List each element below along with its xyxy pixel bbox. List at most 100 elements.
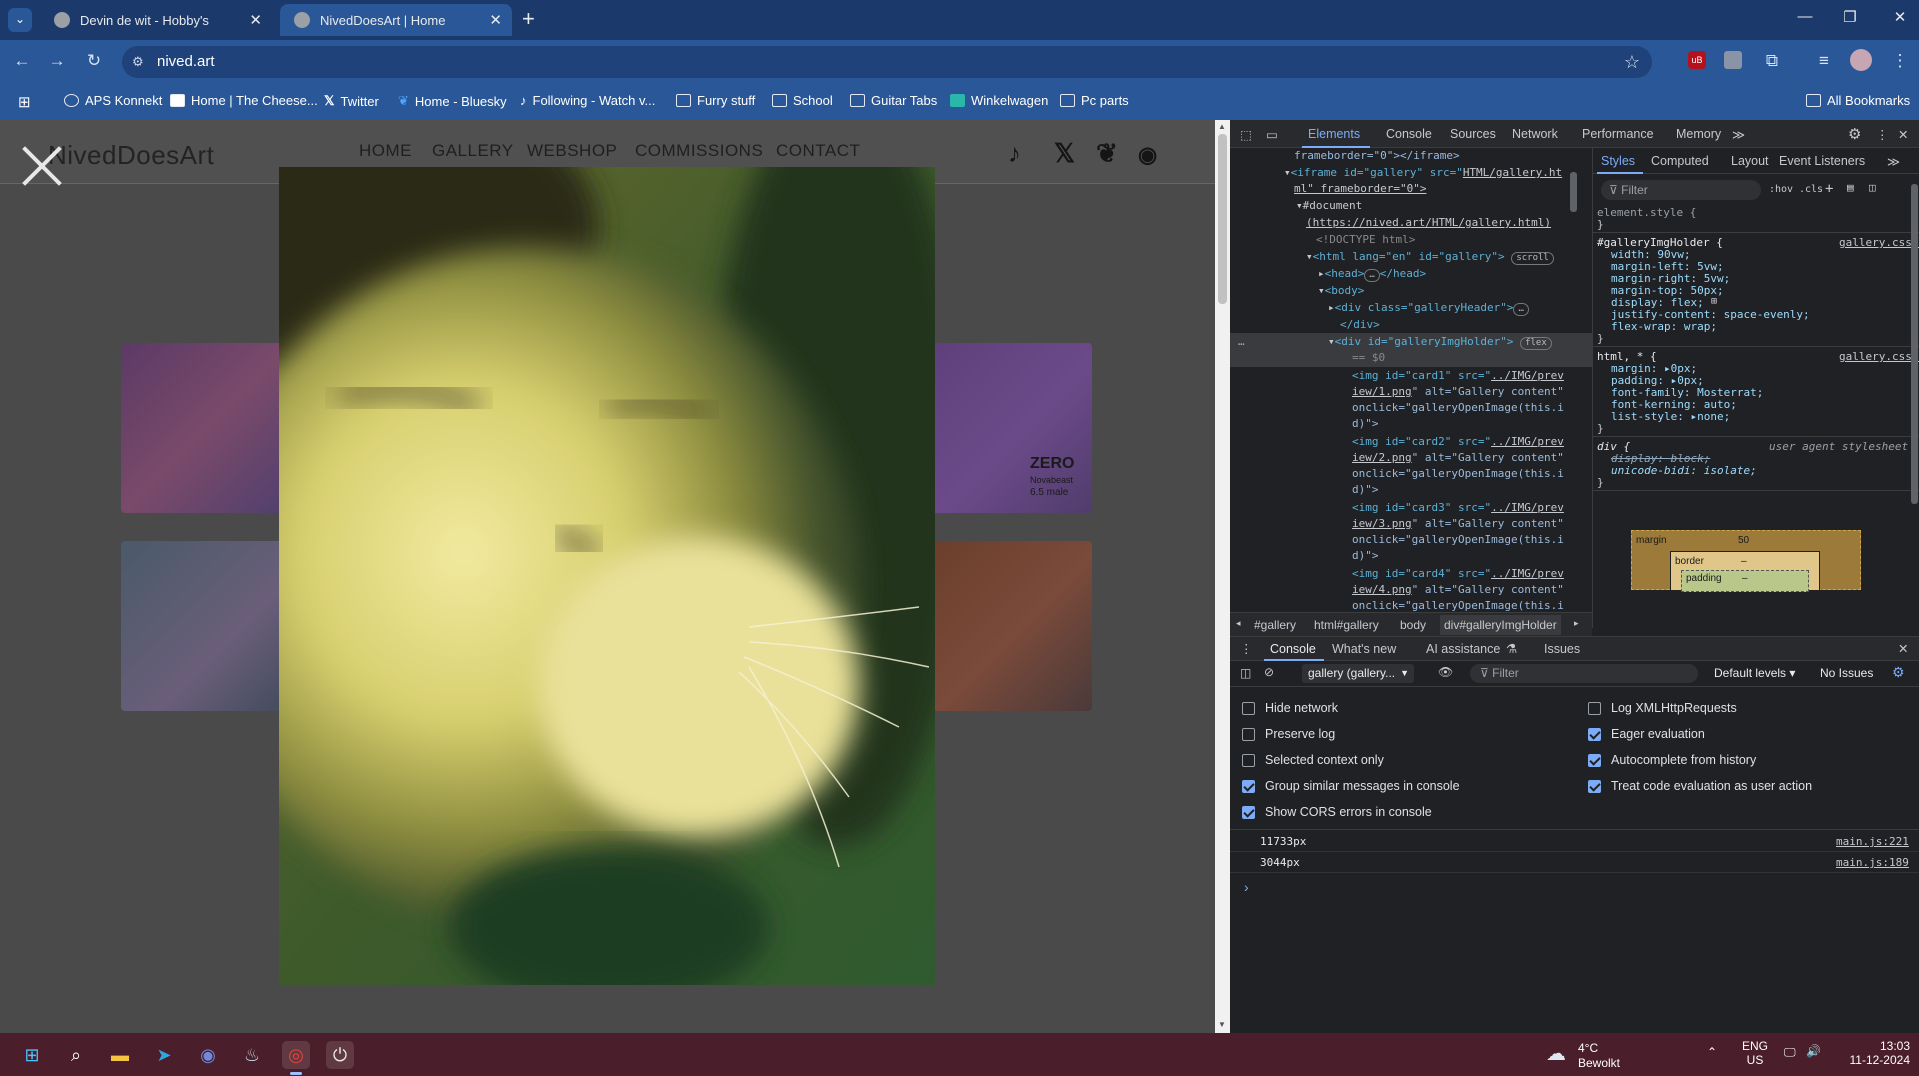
crumb-gallery[interactable]: #gallery xyxy=(1254,618,1296,632)
dom-line-body[interactable]: ▾<body> xyxy=(1318,283,1364,300)
console-message[interactable]: 3044px main.js:189 xyxy=(1230,852,1919,873)
tab-styles[interactable]: Styles xyxy=(1601,154,1635,168)
network-icon[interactable]: 🖵 xyxy=(1784,1045,1796,1060)
css-prop[interactable]: flex-wrap: wrap; xyxy=(1611,320,1717,333)
dom-line-img[interactable]: <img id="card1" src="../IMG/prev xyxy=(1352,368,1564,385)
site-logo[interactable]: NivedDoesArt xyxy=(48,140,214,171)
crumb-right-icon[interactable]: ▸ xyxy=(1574,618,1579,629)
log-levels-dropdown[interactable]: Default levels ▾ xyxy=(1714,666,1795,680)
console-filter-input[interactable]: ⊽ Filter xyxy=(1470,664,1698,683)
box-model-padding[interactable]: padding – xyxy=(1681,570,1809,592)
crumb-body[interactable]: body xyxy=(1400,618,1426,632)
language-indicator[interactable]: ENG US xyxy=(1740,1039,1770,1067)
dom-link[interactable]: HTML/gallery.ht xyxy=(1463,166,1562,179)
setting-group-similar[interactable]: Group similar messages in console xyxy=(1242,779,1460,793)
close-tab-icon[interactable]: ✕ xyxy=(489,11,502,29)
checkbox[interactable] xyxy=(1242,805,1255,819)
more-tabs-icon[interactable]: ≫ xyxy=(1887,154,1900,169)
weather-widget[interactable]: ☁ 4°C Bewolkt xyxy=(1540,1039,1650,1071)
dom-line[interactable]: (https://nived.art/HTML/gallery.html) xyxy=(1306,215,1551,232)
console-settings-icon[interactable]: ⚙ xyxy=(1892,664,1905,681)
rule-source-link[interactable]: gallery.css:12 xyxy=(1839,350,1919,363)
menu-kebab-icon[interactable]: ⋮ xyxy=(1888,51,1912,71)
bookmark-folder-school[interactable]: School xyxy=(772,93,833,108)
setting-preserve-log[interactable]: Preserve log xyxy=(1242,727,1335,741)
console-prompt[interactable]: › xyxy=(1230,875,1919,905)
dom-line-document[interactable]: ▾#document xyxy=(1296,198,1362,215)
back-icon[interactable]: ← xyxy=(10,51,34,71)
volume-icon[interactable]: 🔊 xyxy=(1806,1044,1821,1058)
gallery-card-4[interactable] xyxy=(920,541,1092,711)
close-window-icon[interactable]: ✕ xyxy=(1880,8,1919,26)
bookmark-twitter[interactable]: 𝕏 Twitter xyxy=(324,93,379,109)
nav-webshop[interactable]: WEBSHOP xyxy=(527,141,617,161)
dom-line[interactable]: <!DOCTYPE html> xyxy=(1316,232,1415,249)
new-tab-button[interactable]: + xyxy=(522,6,535,32)
drawer-tab-issues[interactable]: Issues xyxy=(1544,642,1580,656)
drawer-menu-icon[interactable]: ⋮ xyxy=(1240,641,1253,656)
scroll-badge[interactable]: scroll xyxy=(1511,252,1554,265)
ublock-icon[interactable]: uB xyxy=(1688,51,1706,69)
bookmark-folder-pcparts[interactable]: Pc parts xyxy=(1060,93,1129,108)
file-explorer-icon[interactable]: ▬ xyxy=(106,1041,134,1069)
checkbox[interactable] xyxy=(1242,753,1255,767)
tab-search-button[interactable]: ⌄ xyxy=(8,8,32,32)
bookmark-winkelwagen[interactable]: Winkelwagen xyxy=(950,93,1048,108)
gallery-card-1[interactable] xyxy=(121,343,296,513)
bookmark-folder-guitar[interactable]: Guitar Tabs xyxy=(850,93,937,108)
dom-line-iframe[interactable]: ▾<iframe id="gallery" src="HTML/gallery.… xyxy=(1284,165,1562,182)
reload-icon[interactable]: ↻ xyxy=(82,51,106,71)
styles-scrollbar[interactable] xyxy=(1909,174,1919,628)
dom-line-html[interactable]: ▾<html lang="en" id="gallery"> scroll xyxy=(1306,249,1554,266)
media-controls-icon[interactable]: ≡ xyxy=(1812,51,1836,71)
x-twitter-icon[interactable]: 𝕏 xyxy=(1054,138,1075,169)
ellipsis-badge[interactable]: … xyxy=(1513,303,1529,316)
dom-link[interactable]: ../IMG/prev xyxy=(1491,501,1564,514)
extensions-puzzle-icon[interactable]: ⧉ xyxy=(1760,51,1784,71)
extension-icon[interactable] xyxy=(1724,51,1742,69)
close-tab-icon[interactable]: ✕ xyxy=(249,11,262,29)
issues-counter[interactable]: No Issues xyxy=(1820,666,1873,680)
scroll-thumb[interactable] xyxy=(1911,184,1918,504)
box-model-value[interactable]: 50 xyxy=(1738,535,1749,546)
dom-line-gallery-holder[interactable]: ▾<div id="galleryImgHolder"> flex xyxy=(1328,334,1552,351)
tab-memory[interactable]: Memory xyxy=(1676,127,1721,141)
minimize-icon[interactable]: — xyxy=(1785,8,1825,25)
chrome-icon[interactable]: ◎ xyxy=(282,1041,310,1069)
close-drawer-icon[interactable]: ✕ xyxy=(1898,641,1908,656)
scroll-thumb[interactable] xyxy=(1570,172,1577,212)
drawer-tab-console[interactable]: Console xyxy=(1270,642,1316,656)
hov-toggle[interactable]: :hov xyxy=(1769,184,1793,195)
tray-overflow-icon[interactable]: ⌃ xyxy=(1707,1045,1717,1059)
ellipsis-badge[interactable]: … xyxy=(1364,269,1380,282)
setting-eager-eval[interactable]: Eager evaluation xyxy=(1588,727,1705,741)
log-source-link[interactable]: main.js:189 xyxy=(1836,856,1909,869)
setting-autocomplete[interactable]: Autocomplete from history xyxy=(1588,753,1756,767)
checkbox[interactable] xyxy=(1242,701,1255,715)
setting-cors-errors[interactable]: Show CORS errors in console xyxy=(1242,805,1432,819)
close-devtools-icon[interactable]: ✕ xyxy=(1898,127,1908,142)
nav-home[interactable]: HOME xyxy=(359,141,412,161)
css-prop[interactable]: list-style: ▸none; xyxy=(1611,410,1730,423)
rule-element-style[interactable]: element.style { xyxy=(1597,206,1696,219)
dom-link[interactable]: (https://nived.art/HTML/gallery.html) xyxy=(1306,216,1551,229)
tab-performance[interactable]: Performance xyxy=(1582,127,1654,141)
sidebar-toggle-icon[interactable]: ◫ xyxy=(1869,181,1876,194)
setting-log-xhr[interactable]: Log XMLHttpRequests xyxy=(1588,701,1737,715)
dom-line[interactable]: frameborder="0"></iframe> xyxy=(1294,148,1460,165)
discord-icon[interactable]: ◉ xyxy=(194,1041,222,1069)
setting-selected-context[interactable]: Selected context only xyxy=(1242,753,1384,767)
clock[interactable]: 13:03 11-12-2024 xyxy=(1830,1039,1911,1067)
bookmark-following[interactable]: ♪ Following - Watch v... xyxy=(520,93,655,108)
forward-icon[interactable]: → xyxy=(45,51,69,71)
log-source-link[interactable]: main.js:221 xyxy=(1836,835,1909,848)
tab-hobbys[interactable]: Devin de wit - Hobby's ✕ xyxy=(40,4,272,36)
dom-link[interactable]: ../IMG/prev xyxy=(1491,567,1564,580)
box-model-value[interactable]: – xyxy=(1742,573,1748,584)
bookmark-aps[interactable]: APS Konnekt xyxy=(64,93,162,108)
cls-toggle[interactable]: .cls xyxy=(1799,184,1823,195)
dom-link[interactable]: ../IMG/prev xyxy=(1491,369,1564,382)
elements-scrollbar[interactable] xyxy=(1568,148,1578,612)
clear-console-icon[interactable]: ⊘ xyxy=(1264,665,1274,679)
tab-niveddoesart[interactable]: NivedDoesArt | Home ✕ xyxy=(280,4,512,36)
